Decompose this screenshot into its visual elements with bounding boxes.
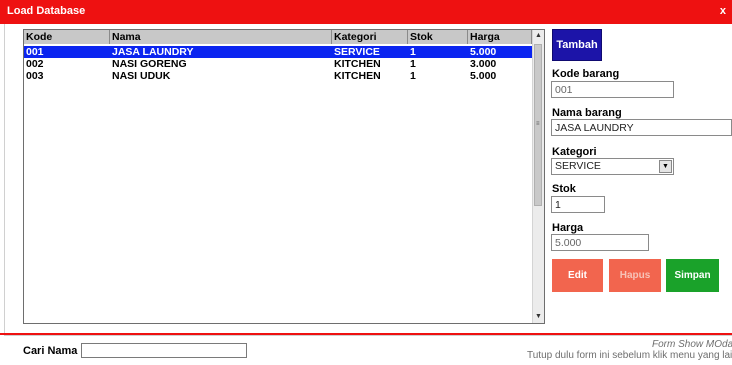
stok-label: Stok [552, 183, 576, 195]
nama-barang-field[interactable] [551, 119, 732, 136]
cell-kategori: SERVICE [334, 46, 380, 58]
kategori-selected-value: SERVICE [555, 160, 601, 172]
cell-kategori: KITCHEN [334, 58, 381, 70]
grip-icon: ≡ [536, 121, 540, 127]
cell-kode: 001 [26, 46, 44, 58]
close-button[interactable]: x [720, 5, 726, 17]
chevron-down-icon[interactable]: ▼ [659, 160, 672, 173]
tambah-button[interactable]: Tambah [552, 29, 602, 61]
column-header-stok[interactable]: Stok [408, 30, 468, 44]
vertical-scrollbar[interactable]: ▲ ≡ ▼ [532, 30, 544, 323]
nama-barang-label: Nama barang [552, 107, 622, 119]
column-header-nama[interactable]: Nama [110, 30, 332, 44]
simpan-button[interactable]: Simpan [666, 259, 719, 292]
form-note-title: Form Show MOda [652, 339, 732, 350]
cari-nama-input[interactable] [81, 343, 247, 358]
cell-harga: 5.000 [470, 70, 497, 82]
cell-harga: 5.000 [470, 46, 497, 58]
window-title: Load Database [7, 5, 86, 17]
grid-header: Kode Nama Kategori Stok Harga [24, 30, 532, 44]
cell-stok: 1 [410, 58, 416, 70]
cell-kode: 002 [26, 58, 44, 70]
column-header-harga[interactable]: Harga [468, 30, 532, 44]
hapus-button[interactable]: Hapus [609, 259, 661, 292]
scroll-down-arrow-icon[interactable]: ▼ [533, 311, 544, 323]
scroll-up-arrow-icon[interactable]: ▲ [533, 30, 544, 42]
cell-stok: 1 [410, 70, 416, 82]
cell-stok: 1 [410, 46, 416, 58]
column-header-kode[interactable]: Kode [24, 30, 110, 44]
cell-kategori: KITCHEN [334, 70, 381, 82]
form-note-message: Tutup dulu form ini sebelum klik menu ya… [527, 350, 732, 361]
title-bar: Load Database x [0, 0, 732, 24]
table-row[interactable]: 001 JASA LAUNDRY SERVICE 1 5.000 [24, 46, 532, 58]
kode-barang-label: Kode barang [552, 68, 620, 80]
kode-barang-field[interactable] [551, 81, 674, 98]
edit-button[interactable]: Edit [552, 259, 603, 292]
cell-kode: 003 [26, 70, 44, 82]
bottom-divider [0, 333, 732, 335]
kategori-select[interactable]: SERVICE ▼ [551, 158, 674, 175]
stok-field[interactable] [551, 196, 605, 213]
scrollbar-thumb[interactable]: ≡ [534, 44, 542, 206]
harga-field[interactable] [551, 234, 649, 251]
cell-nama: NASI GORENG [112, 58, 187, 70]
table-row[interactable]: 003 NASI UDUK KITCHEN 1 5.000 [24, 70, 532, 82]
table-row[interactable]: 002 NASI GORENG KITCHEN 1 3.000 [24, 58, 532, 70]
cell-nama: NASI UDUK [112, 70, 171, 82]
cell-nama: JASA LAUNDRY [112, 46, 194, 58]
data-grid[interactable]: Kode Nama Kategori Stok Harga 001 JASA L… [23, 29, 545, 324]
cell-harga: 3.000 [470, 58, 497, 70]
kategori-label: Kategori [552, 146, 597, 158]
cari-nama-label: Cari Nama [23, 345, 78, 357]
harga-label: Harga [552, 222, 584, 234]
column-header-kategori[interactable]: Kategori [332, 30, 408, 44]
